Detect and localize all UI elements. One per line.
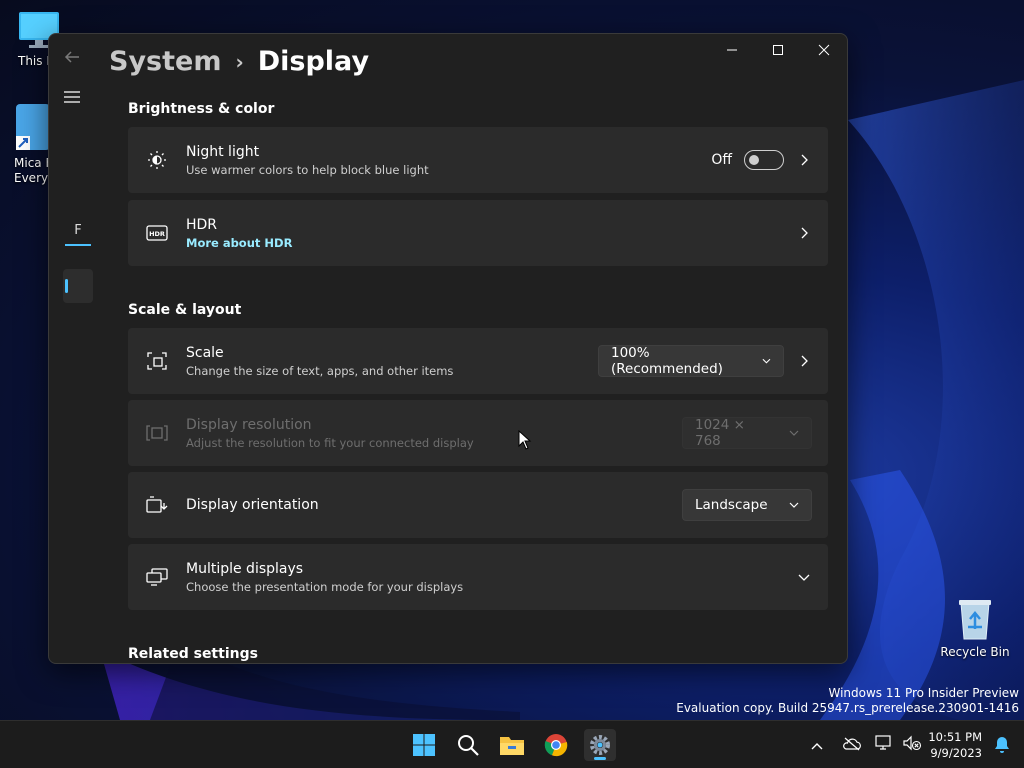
settings-taskbar-button[interactable] bbox=[584, 729, 616, 761]
resolution-value: 1024 × 768 bbox=[695, 417, 745, 449]
svg-text:HDR: HDR bbox=[149, 230, 165, 238]
bell-icon bbox=[995, 737, 1009, 753]
minimize-button[interactable] bbox=[709, 34, 755, 66]
resolution-subtitle: Adjust the resolution to fit your connec… bbox=[186, 435, 474, 450]
breadcrumb-separator: › bbox=[235, 49, 244, 74]
arrow-left-icon bbox=[64, 51, 79, 63]
night-light-toggle[interactable] bbox=[744, 150, 784, 170]
multiple-displays-card[interactable]: Multiple displays Choose the presentatio… bbox=[128, 544, 828, 610]
scale-title: Scale bbox=[186, 344, 224, 361]
hdr-icon: HDR bbox=[146, 222, 168, 244]
network-tray-button[interactable] bbox=[874, 735, 896, 755]
hdr-title: HDR bbox=[186, 216, 218, 233]
chevron-right-icon bbox=[801, 227, 808, 239]
breadcrumb-system-link[interactable]: System bbox=[109, 46, 221, 77]
section-related-settings: Related settings bbox=[128, 646, 258, 662]
recycle-bin-icon bbox=[955, 597, 995, 641]
nav-selected-item[interactable] bbox=[63, 269, 93, 303]
chevron-right-icon bbox=[801, 355, 808, 367]
show-hidden-icons-button[interactable] bbox=[810, 736, 828, 755]
scale-value: 100% (Recommended) bbox=[611, 345, 723, 377]
display-orientation-card: Display orientation Landscape bbox=[128, 472, 828, 538]
mouse-cursor-icon bbox=[518, 430, 532, 450]
hdr-card[interactable]: HDR HDR More about HDR bbox=[128, 200, 828, 266]
night-light-title: Night light bbox=[186, 143, 260, 160]
chevron-right-icon bbox=[801, 154, 808, 166]
toggle-knob bbox=[749, 155, 759, 165]
scale-dropdown[interactable]: 100% (Recommended) bbox=[598, 345, 784, 377]
nav-search-box[interactable]: F bbox=[63, 214, 93, 246]
scale-subtitle: Change the size of text, apps, and other… bbox=[186, 363, 454, 378]
evaluation-watermark: Windows 11 Pro Insider Preview Evaluatio… bbox=[676, 686, 1019, 716]
watermark-line-2: Evaluation copy. Build 25947.rs_prerelea… bbox=[676, 701, 1019, 715]
chevron-up-icon bbox=[811, 742, 823, 749]
network-disconnected-icon bbox=[875, 735, 891, 750]
orientation-dropdown[interactable]: Landscape bbox=[682, 489, 812, 521]
orientation-icon bbox=[146, 494, 168, 516]
resolution-icon bbox=[146, 422, 168, 444]
navigation-menu-button[interactable] bbox=[63, 89, 81, 105]
back-button[interactable] bbox=[63, 48, 83, 68]
selection-indicator bbox=[65, 279, 68, 293]
window-controls bbox=[709, 34, 847, 66]
hdr-more-link[interactable]: More about HDR bbox=[186, 236, 292, 250]
orientation-value: Landscape bbox=[695, 497, 768, 513]
scale-icon bbox=[146, 350, 168, 372]
volume-tray-button[interactable] bbox=[902, 735, 924, 755]
multiple-displays-icon bbox=[146, 566, 168, 588]
recycle-bin-desktop-icon[interactable]: Recycle Bin bbox=[940, 597, 1010, 659]
hamburger-icon bbox=[64, 91, 80, 103]
chevron-down-icon bbox=[762, 358, 771, 364]
chevron-down-icon[interactable] bbox=[798, 571, 810, 583]
chrome-button[interactable] bbox=[540, 729, 572, 761]
system-tray bbox=[810, 721, 924, 768]
notifications-button[interactable] bbox=[994, 736, 1010, 758]
folder-icon bbox=[500, 737, 524, 755]
chrome-icon bbox=[544, 734, 568, 757]
multiple-displays-title: Multiple displays bbox=[186, 560, 304, 577]
brightness-icon bbox=[146, 149, 168, 171]
night-light-subtitle: Use warmer colors to help block blue lig… bbox=[186, 162, 429, 177]
section-scale-layout: Scale & layout bbox=[128, 302, 242, 318]
section-brightness-color: Brightness & color bbox=[128, 101, 275, 117]
minimize-icon bbox=[727, 49, 737, 51]
running-indicator bbox=[594, 757, 606, 760]
orientation-title: Display orientation bbox=[186, 497, 319, 513]
maximize-button[interactable] bbox=[755, 34, 801, 66]
start-button[interactable] bbox=[408, 729, 440, 761]
gear-icon bbox=[590, 735, 610, 755]
focus-underline bbox=[65, 244, 91, 246]
clock-time: 10:51 PM bbox=[928, 730, 982, 744]
taskbar: 10:51 PM 9/9/2023 bbox=[0, 720, 1024, 768]
multiple-displays-subtitle: Choose the presentation mode for your di… bbox=[186, 579, 464, 594]
night-light-card[interactable]: Night light Use warmer colors to help bl… bbox=[128, 127, 828, 193]
close-icon bbox=[818, 44, 830, 56]
nav-search-letter: F bbox=[74, 222, 82, 238]
breadcrumb: System › Display bbox=[109, 46, 369, 77]
night-light-state-label: Off bbox=[711, 152, 732, 168]
display-resolution-card: Display resolution Adjust the resolution… bbox=[128, 400, 828, 466]
scale-card[interactable]: Scale Change the size of text, apps, and… bbox=[128, 328, 828, 394]
maximize-icon bbox=[773, 45, 783, 55]
close-button[interactable] bbox=[801, 34, 847, 66]
windows-logo-icon bbox=[413, 734, 435, 756]
resolution-dropdown: 1024 × 768 bbox=[682, 417, 812, 449]
desktop-icon-label: Recycle Bin bbox=[940, 645, 1010, 659]
onedrive-tray-button[interactable] bbox=[842, 736, 864, 755]
clock-date: 9/9/2023 bbox=[930, 746, 982, 760]
page-title: Display bbox=[257, 46, 370, 77]
clock[interactable]: 10:51 PM 9/9/2023 bbox=[928, 729, 982, 761]
settings-window: System › Display F Brightness & color Ni… bbox=[48, 33, 848, 664]
chevron-down-icon bbox=[789, 430, 799, 436]
resolution-title: Display resolution bbox=[186, 416, 312, 433]
chevron-down-icon bbox=[789, 502, 799, 508]
file-explorer-button[interactable] bbox=[496, 729, 528, 761]
cloud-offline-icon bbox=[843, 737, 861, 750]
watermark-line-1: Windows 11 Pro Insider Preview bbox=[828, 686, 1019, 700]
speaker-muted-icon bbox=[903, 735, 922, 751]
search-button[interactable] bbox=[452, 729, 484, 761]
search-icon bbox=[458, 735, 479, 756]
